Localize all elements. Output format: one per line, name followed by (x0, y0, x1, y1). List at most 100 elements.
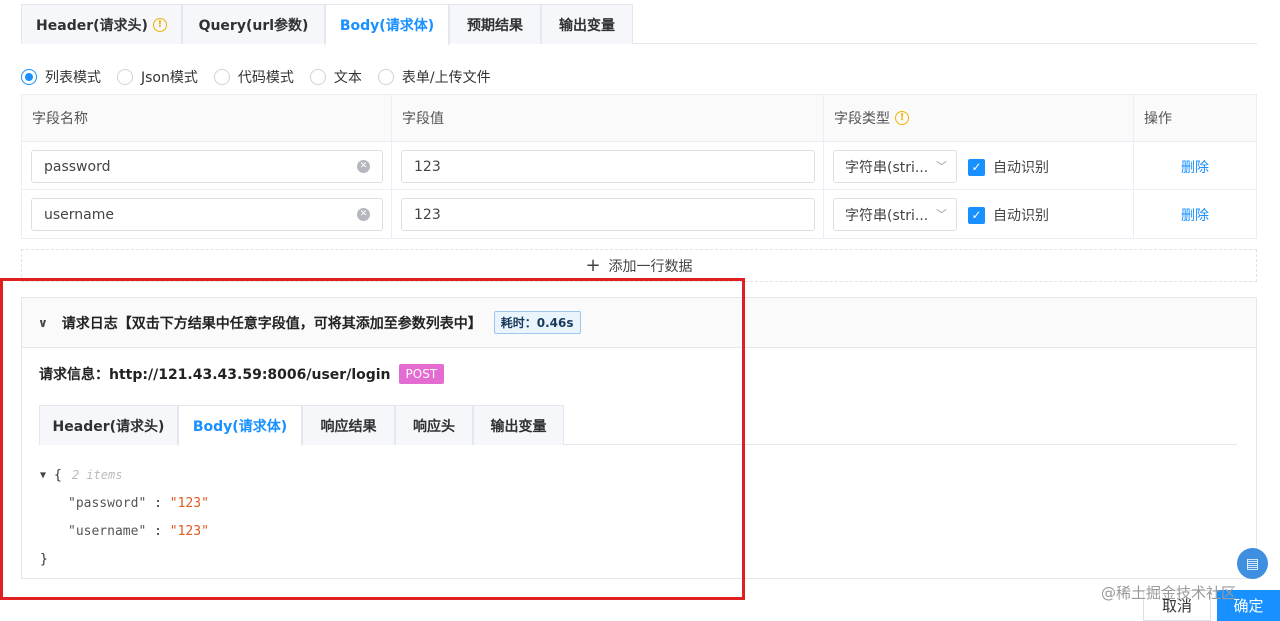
tab-label: 响应头 (413, 418, 455, 435)
request-log-header[interactable]: ∨ 请求日志【双击下方结果中任意字段值，可将其添加至参数列表中】 耗时：0.46… (22, 298, 1256, 348)
radio-label: 列表模式 (45, 70, 101, 86)
request-info: 请求信息：http://121.43.43.59:8006/user/login… (39, 364, 445, 384)
tab-label: 输出变量 (559, 17, 615, 34)
tab-query[interactable]: Query(url参数) (182, 4, 325, 44)
radio-label: Json模式 (141, 70, 198, 86)
column-header-value: 字段值 (392, 95, 824, 141)
action-cell: 删除 (1134, 142, 1258, 189)
tab-label: Query(url参数) (198, 17, 309, 34)
checkmark-icon: ✓ (968, 206, 985, 224)
tab-label: 预期结果 (467, 17, 523, 34)
add-row-label: 添加一行数据 (608, 258, 693, 275)
column-header-name: 字段名称 (22, 95, 392, 141)
name-cell: username ✕ (22, 190, 392, 238)
log-tab-response[interactable]: 响应结果 (302, 405, 395, 445)
field-type-select[interactable]: 字符串(stri... ﹀ (833, 150, 957, 183)
time-badge: 耗时：0.46s (493, 311, 581, 334)
log-tab-body[interactable]: Body(请求体) (178, 405, 302, 446)
radio-code-mode[interactable]: 代码模式 (213, 67, 294, 87)
radio-form-upload-mode[interactable]: 表单/上传文件 (377, 67, 491, 87)
json-items-count: 2 items (71, 468, 123, 482)
clear-icon[interactable]: ✕ (357, 208, 370, 221)
radio-text-mode[interactable]: 文本 (309, 67, 362, 87)
type-cell: 字符串(stri... ﹀ ✓ 自动识别 (824, 142, 1134, 189)
input-value: username (44, 206, 114, 223)
table-row: password ✕ 123 字符串(stri... ﹀ ✓ 自动识别 删除 (22, 142, 1256, 190)
value-cell: 123 (392, 142, 824, 189)
select-value: 字符串(stri... (845, 207, 929, 224)
json-brace: { (54, 467, 62, 483)
input-value: password (44, 158, 111, 175)
field-name-input[interactable]: password ✕ (31, 150, 383, 183)
radio-label: 代码模式 (237, 70, 294, 86)
request-log-panel: ∨ 请求日志【双击下方结果中任意字段值，可将其添加至参数列表中】 耗时：0.46… (21, 297, 1257, 579)
auto-detect-checkbox[interactable]: ✓ 自动识别 (968, 157, 1049, 177)
field-type-select[interactable]: 字符串(stri... ﹀ (833, 198, 957, 231)
json-value[interactable]: "123" (170, 496, 209, 511)
tab-label: Body(请求体) (339, 18, 435, 34)
name-cell: password ✕ (22, 142, 392, 189)
json-entry: "password" : "123" (40, 489, 209, 517)
json-brace: } (40, 551, 48, 567)
log-tabs: Header(请求头) Body(请求体) 响应结果 响应头 输出变量 (39, 405, 1237, 446)
radio-label: 表单/上传文件 (401, 70, 491, 86)
json-viewer: ▼ { 2 items "password" : "123" "username… (40, 461, 209, 573)
tab-label: 响应结果 (320, 418, 377, 435)
json-value[interactable]: "123" (170, 524, 209, 539)
json-key[interactable]: "username" (68, 524, 146, 539)
feedback-icon[interactable]: ▤ (1237, 548, 1268, 579)
field-name-input[interactable]: username ✕ (31, 198, 383, 231)
json-close-line: } (40, 545, 209, 573)
log-tab-header[interactable]: Header(请求头) (39, 405, 178, 445)
body-config-tabs: Header(请求头) ! Query(url参数) Body(请求体) 预期结… (21, 4, 1257, 45)
field-value-input[interactable]: 123 (401, 198, 815, 231)
input-value: 123 (414, 206, 441, 223)
json-sep: : (146, 495, 170, 511)
chevron-down-icon: ﹀ (936, 160, 947, 173)
clear-icon[interactable]: ✕ (357, 160, 370, 173)
checkbox-label: 自动识别 (993, 160, 1049, 176)
column-header-type-label: 字段类型 (834, 111, 890, 127)
collapse-triangle-icon[interactable]: ▼ (40, 470, 46, 481)
tab-label: Header(请求头) (36, 17, 148, 34)
chevron-down-icon: ﹀ (936, 208, 947, 221)
table-header-row: 字段名称 字段值 字段类型 ! 操作 (22, 95, 1256, 142)
input-value: 123 (414, 158, 441, 175)
watermark: @稀土掘金技术社区 (1101, 584, 1237, 602)
action-cell: 删除 (1134, 190, 1258, 238)
request-url: 请求信息：http://121.43.43.59:8006/user/login (39, 367, 391, 383)
info-icon: ! (152, 17, 167, 32)
radio-label: 文本 (333, 70, 362, 86)
type-cell: 字符串(stri... ﹀ ✓ 自动识别 (824, 190, 1134, 238)
method-tag: POST (398, 364, 445, 384)
radio-dot (117, 69, 133, 85)
delete-link[interactable]: 删除 (1181, 157, 1209, 177)
select-value: 字符串(stri... (845, 159, 929, 176)
json-key[interactable]: "password" (68, 496, 146, 511)
tab-label: Header(请求头) (52, 418, 165, 435)
json-sep: : (146, 523, 170, 539)
tab-label: 输出变量 (490, 418, 547, 435)
tab-output-vars[interactable]: 输出变量 (541, 4, 633, 44)
tab-header[interactable]: Header(请求头) ! (21, 4, 182, 44)
log-tab-response-headers[interactable]: 响应头 (395, 405, 473, 445)
info-icon: ! (895, 111, 909, 125)
column-header-type: 字段类型 ! (824, 95, 1134, 141)
delete-link[interactable]: 删除 (1181, 205, 1209, 225)
tab-expected[interactable]: 预期结果 (449, 4, 541, 44)
param-table: 字段名称 字段值 字段类型 ! 操作 password ✕ 123 字符串(st… (21, 94, 1257, 239)
value-cell: 123 (392, 190, 824, 238)
tab-label: Body(请求体) (192, 419, 288, 435)
log-title: 请求日志【双击下方结果中任意字段值，可将其添加至参数列表中】 (61, 315, 482, 332)
table-row: username ✕ 123 字符串(stri... ﹀ ✓ 自动识别 删除 (22, 190, 1256, 238)
log-tab-output-vars[interactable]: 输出变量 (473, 405, 564, 445)
radio-json-mode[interactable]: Json模式 (117, 67, 198, 87)
field-value-input[interactable]: 123 (401, 150, 815, 183)
radio-list-mode[interactable]: 列表模式 (21, 67, 101, 87)
json-open-line: ▼ { 2 items (40, 461, 209, 489)
radio-dot (213, 69, 230, 85)
radio-dot (21, 69, 37, 85)
add-row-button[interactable]: + 添加一行数据 (21, 249, 1257, 282)
auto-detect-checkbox[interactable]: ✓ 自动识别 (968, 205, 1049, 225)
tab-body[interactable]: Body(请求体) (325, 4, 449, 45)
